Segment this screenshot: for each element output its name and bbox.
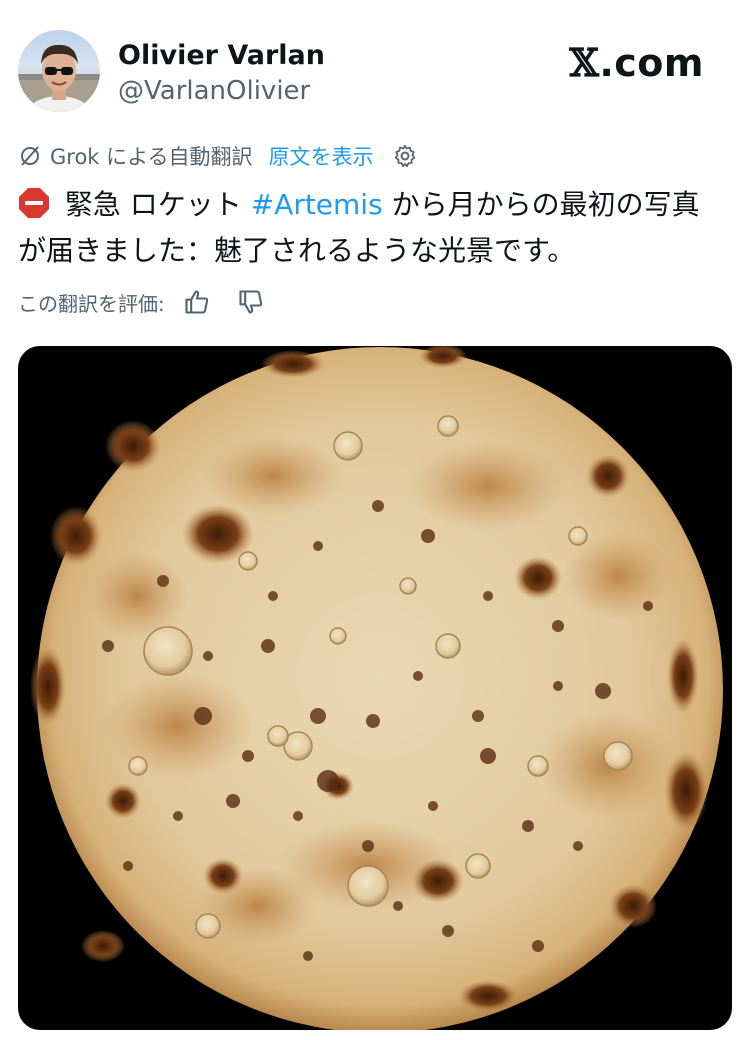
- thumbs-up-icon: [185, 290, 208, 314]
- grok-icon: [21, 146, 39, 166]
- translation-source-label: Grok による自動翻訳: [50, 145, 253, 169]
- post-image[interactable]: [18, 346, 732, 1030]
- post-text-part1: 緊急 ロケット: [56, 188, 251, 221]
- rate-translation-label: この翻訳を評価:: [18, 291, 165, 316]
- translation-settings-button[interactable]: [392, 143, 418, 169]
- tortilla-moon-image: [30, 346, 723, 1030]
- thumbs-up-button[interactable]: [183, 288, 211, 316]
- rate-translation-bar: この翻訳を評価:: [18, 287, 265, 317]
- person-with-sunglasses-avatar-icon: [18, 44, 100, 112]
- brand-suffix: .com: [599, 41, 704, 85]
- x-logo: 𝕏.com: [569, 40, 704, 85]
- thumbs-down-icon: [239, 290, 262, 314]
- x-glyph: 𝕏: [569, 40, 600, 85]
- hashtag-link[interactable]: #Artemis: [251, 188, 383, 221]
- author-display-name[interactable]: Olivier Varlan: [118, 40, 325, 71]
- show-original-link[interactable]: 原文を表示: [269, 141, 374, 171]
- stop-sign-icon: [19, 188, 49, 218]
- post-text: 緊急 ロケット #Artemis から月からの最初の写真が届きました：魅了される…: [18, 182, 718, 274]
- author-handle[interactable]: @VarlanOlivier: [118, 76, 310, 106]
- author-avatar[interactable]: [18, 30, 100, 112]
- thumbs-down-button[interactable]: [237, 288, 265, 316]
- translation-bar: Grok による自動翻訳 原文を表示: [18, 142, 418, 170]
- gear-icon: [394, 144, 415, 168]
